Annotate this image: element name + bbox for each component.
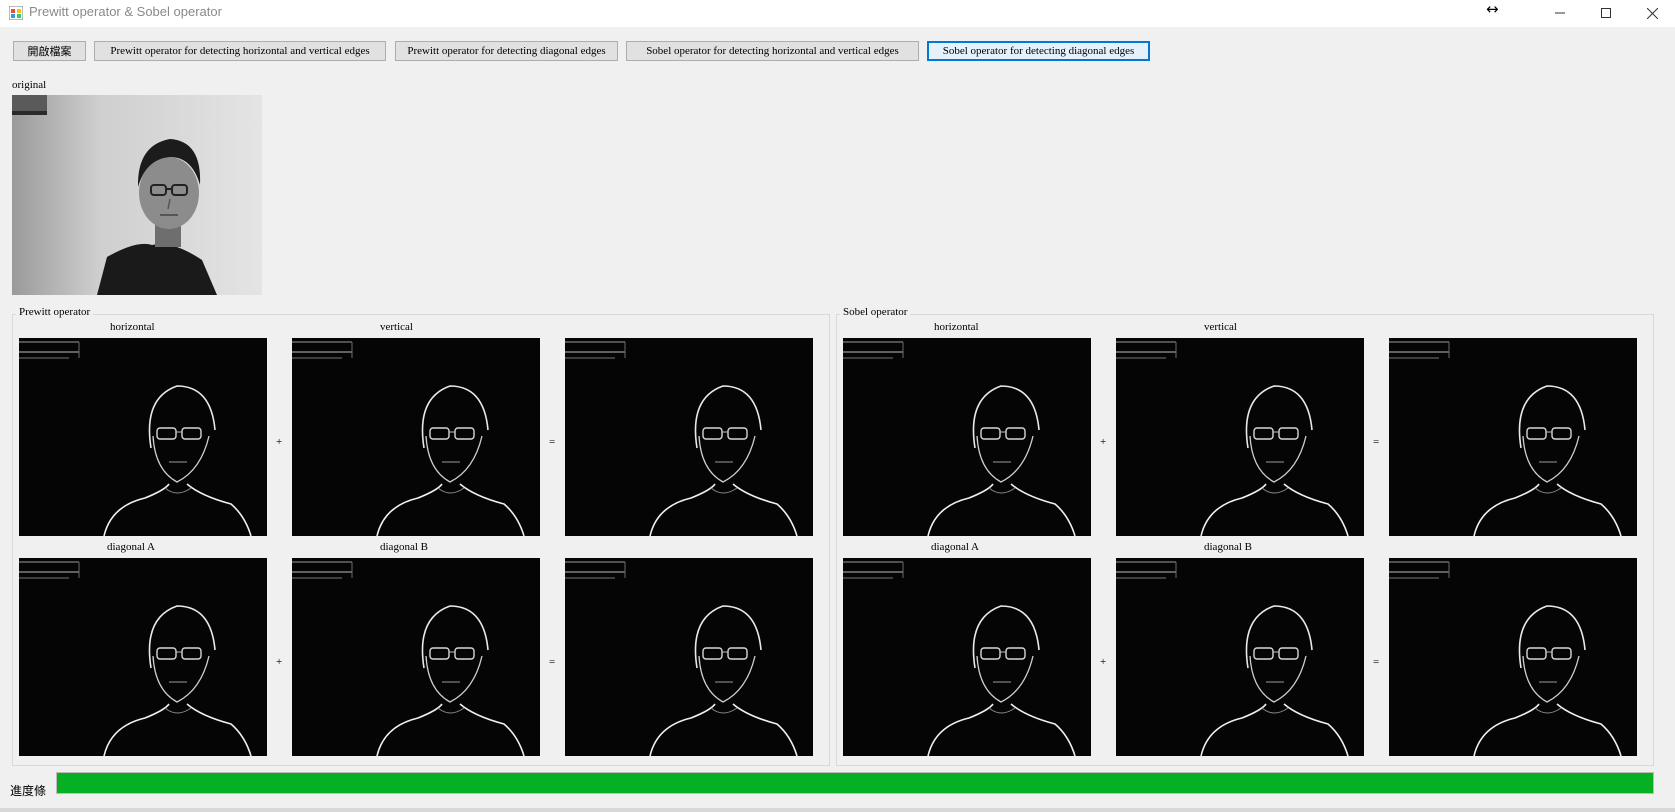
close-icon	[1646, 7, 1658, 19]
sobel-group-title: Sobel operator	[840, 306, 911, 318]
prewitt-diagonal-button[interactable]: Prewitt operator for detecting diagonal …	[395, 41, 618, 61]
sobel-vertical-label: vertical	[1204, 321, 1237, 333]
prewitt-equals-top: =	[549, 436, 556, 448]
prewitt-diagonal-b-label: diagonal B	[380, 541, 428, 553]
app-icon	[9, 6, 23, 20]
sobel-horizontal-image	[843, 338, 1091, 536]
sobel-equals-bottom: =	[1373, 656, 1380, 668]
sobel-horizontal-label: horizontal	[934, 321, 979, 333]
sobel-plus-top: +	[1100, 436, 1107, 448]
sobel-diagonal-b-image	[1116, 558, 1364, 756]
close-button[interactable]	[1629, 0, 1675, 26]
prewitt-vertical-label: vertical	[380, 321, 413, 333]
prewitt-hv-result-image	[565, 338, 813, 536]
maximize-button[interactable]	[1583, 0, 1629, 26]
open-file-button[interactable]: 開啟檔案	[13, 41, 86, 61]
progress-bar	[56, 772, 1654, 794]
sobel-diagonal-b-label: diagonal B	[1204, 541, 1252, 553]
progress-bar-fill	[57, 773, 1653, 793]
prewitt-hv-button[interactable]: Prewitt operator for detecting horizonta…	[94, 41, 386, 61]
prewitt-diagonal-b-image	[292, 558, 540, 756]
prewitt-group-title: Prewitt operator	[16, 306, 94, 318]
window-bottom-edge	[0, 808, 1675, 812]
prewitt-horizontal-label: horizontal	[110, 321, 155, 333]
prewitt-diagonal-a-label: diagonal A	[107, 541, 155, 553]
original-image	[12, 95, 262, 295]
prewitt-vertical-image	[292, 338, 540, 536]
sobel-diagonal-a-label: diagonal A	[931, 541, 979, 553]
prewitt-plus-bottom: +	[276, 656, 283, 668]
sobel-plus-bottom: +	[1100, 656, 1107, 668]
progress-label: 進度條	[10, 784, 47, 798]
sobel-diagonal-result-image	[1389, 558, 1637, 756]
original-label: original	[12, 79, 47, 91]
maximize-icon	[1601, 8, 1611, 18]
prewitt-plus-top: +	[276, 436, 283, 448]
sobel-diagonal-a-image	[843, 558, 1091, 756]
minimize-button[interactable]	[1537, 0, 1583, 26]
prewitt-horizontal-image	[19, 338, 267, 536]
sobel-hv-button[interactable]: Sobel operator for detecting horizontal …	[626, 41, 919, 61]
prewitt-diagonal-result-image	[565, 558, 813, 756]
window-title: Prewitt operator & Sobel operator	[29, 4, 222, 19]
resize-cursor-icon: ↔	[1486, 0, 1499, 18]
title-bar: Prewitt operator & Sobel operator ↔	[0, 0, 1675, 27]
sobel-vertical-image	[1116, 338, 1364, 536]
sobel-equals-top: =	[1373, 436, 1380, 448]
prewitt-equals-bottom: =	[549, 656, 556, 668]
minimize-icon	[1555, 12, 1565, 14]
sobel-diagonal-button[interactable]: Sobel operator for detecting diagonal ed…	[927, 41, 1150, 61]
prewitt-diagonal-a-image	[19, 558, 267, 756]
sobel-hv-result-image	[1389, 338, 1637, 536]
